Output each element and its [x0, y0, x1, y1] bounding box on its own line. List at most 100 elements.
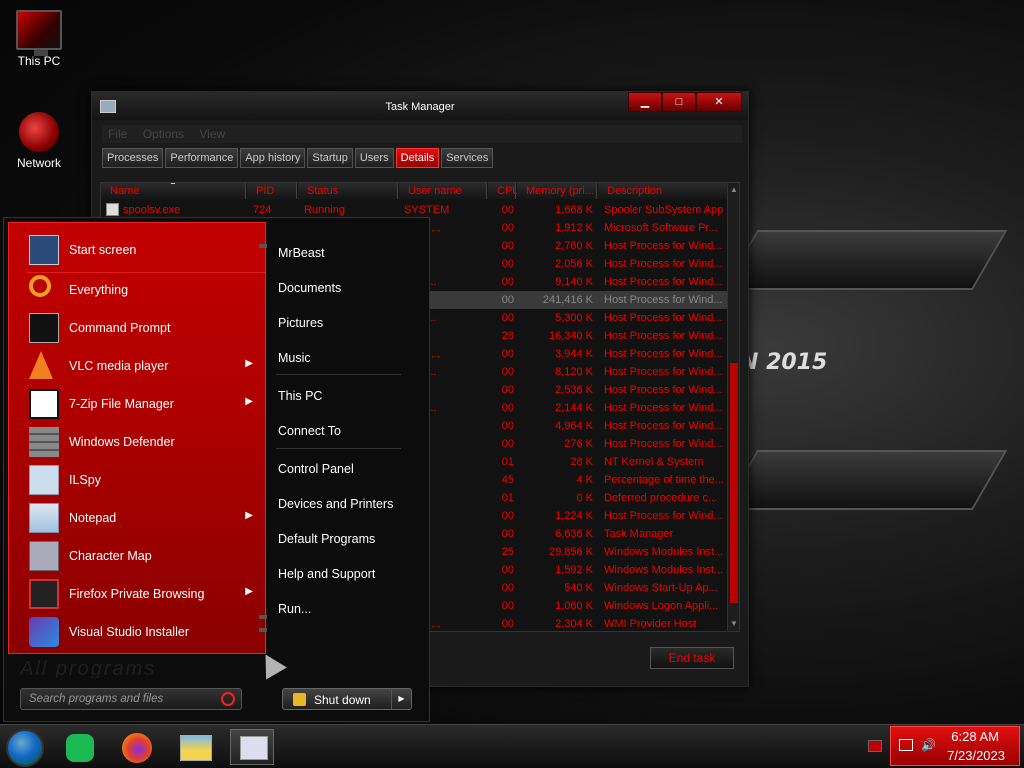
network-icon[interactable] [899, 739, 913, 751]
cell-desc: Windows Start-Up Ap... [604, 582, 718, 594]
taskbar-app-spotify[interactable] [54, 729, 98, 765]
start-menu-item[interactable]: Visual Studio Installer [27, 615, 263, 649]
menu-options[interactable]: Options [137, 125, 190, 143]
taskbar-app-task-manager[interactable] [230, 729, 274, 765]
start-menu-place[interactable]: Default Programs [278, 532, 375, 546]
column-header-memory[interactable]: Memory (pri... [517, 183, 597, 199]
start-menu-item-label: Visual Studio Installer [69, 625, 189, 639]
cell-mem: 1,668 K [555, 204, 593, 216]
start-menu-item[interactable]: 7-Zip File Manager ▶ [27, 387, 263, 421]
shutdown-options-arrow-icon[interactable]: ▶ [391, 689, 411, 709]
tab-performance[interactable]: Performance [165, 148, 239, 168]
vertical-scrollbar[interactable]: ▲ ▼ [727, 183, 739, 631]
cell-cpu: 45 [501, 474, 514, 486]
clock-time: 6:28 AM [951, 729, 999, 744]
cell-mem: 16,340 K [548, 330, 593, 342]
cell-cpu: 00 [501, 438, 514, 450]
tray-clock[interactable]: 🔊 6:28 AM 7/23/2023 [890, 726, 1020, 766]
all-programs-watermark[interactable]: All programs [20, 658, 400, 678]
close-button[interactable]: ✕ [696, 92, 742, 112]
splitter-mark [259, 628, 267, 632]
start-menu-item[interactable]: Windows Defender [27, 425, 263, 459]
start-menu-place[interactable]: Run... [278, 602, 311, 616]
clock-date: 7/23/2023 [947, 748, 1005, 763]
cell-mem: 1,060 K [555, 600, 593, 612]
menu-file[interactable]: File [102, 125, 133, 143]
desktop-icon-this-pc[interactable]: This PC [8, 10, 70, 68]
start-menu-place[interactable]: This PC [278, 389, 322, 403]
minimize-button[interactable]: ▁ [628, 92, 662, 112]
cell-mem: 3,944 K [555, 348, 593, 360]
start-menu-item[interactable]: ILSpy [27, 463, 263, 497]
menu-view[interactable]: View [193, 125, 231, 143]
file-explorer-icon [180, 735, 212, 761]
start-menu-place[interactable]: MrBeast [278, 246, 325, 260]
scroll-up-icon[interactable]: ▲ [728, 185, 739, 197]
end-task-button[interactable]: End task [650, 647, 734, 669]
cell-cpu: 00 [501, 402, 514, 414]
start-menu-item[interactable]: Everything [27, 273, 263, 307]
start-menu-place[interactable]: Connect To [278, 424, 341, 438]
start-menu-item-label: Start screen [69, 243, 137, 257]
taskbar-app-firefox[interactable] [114, 729, 158, 765]
scrollbar-thumb[interactable] [730, 363, 738, 603]
column-header-user[interactable]: User name [399, 183, 487, 199]
taskbar-app-file-explorer[interactable] [174, 729, 218, 765]
cell-desc: Host Process for Wind... [604, 294, 723, 306]
title-bar[interactable]: Task Manager ▁ □ ✕ [92, 92, 748, 120]
tab-processes[interactable]: Processes [102, 148, 164, 168]
cell-cpu: 00 [501, 600, 514, 612]
start-menu-place[interactable]: Devices and Printers [278, 497, 393, 511]
cell-cpu: 00 [501, 240, 514, 252]
start-menu-place[interactable]: Music [278, 351, 311, 365]
cell-mem: 241,416 K [542, 294, 593, 306]
start-menu-item[interactable]: Character Map [27, 539, 263, 573]
column-header-pid[interactable]: PID [247, 183, 297, 199]
tab-users[interactable]: Users [354, 148, 394, 168]
volume-icon[interactable]: 🔊 [921, 738, 936, 752]
column-header-status[interactable]: Status [298, 183, 398, 199]
maximize-button[interactable]: □ [662, 92, 696, 112]
tab-details[interactable]: Details [395, 148, 440, 168]
cell-desc: Host Process for Wind... [604, 438, 723, 450]
start-menu-item[interactable]: VLC media player ▶ [27, 349, 263, 383]
scroll-down-icon[interactable]: ▼ [728, 619, 739, 631]
tab-app-history[interactable]: App history [240, 148, 306, 168]
start-orb-button[interactable] [6, 729, 44, 767]
cell-mem: 0 K [576, 492, 593, 504]
column-header-description[interactable]: Description [598, 183, 730, 199]
visual-studio-installer-icon [29, 617, 59, 647]
cell-desc: Windows Modules Inst... [604, 546, 724, 558]
start-menu-place[interactable]: Documents [278, 281, 341, 295]
start-menu-item[interactable]: Notepad ▶ [27, 501, 263, 535]
search-input[interactable]: Search programs and files [20, 688, 242, 710]
action-center-flag-icon[interactable] [868, 740, 882, 752]
cell-mem: 4 K [576, 474, 593, 486]
column-header-name[interactable]: Name▲ [101, 183, 246, 199]
cell-cpu: 00 [501, 258, 514, 270]
start-menu-item[interactable]: Start screen [27, 233, 263, 267]
start-menu-place[interactable]: Pictures [278, 316, 323, 330]
start-menu-place[interactable]: Help and Support [278, 567, 375, 581]
tab-services[interactable]: Services [441, 148, 494, 168]
cell-cpu: 00 [501, 618, 514, 630]
start-menu-item-label: Notepad [69, 511, 117, 525]
search-icon[interactable] [221, 692, 235, 706]
cell-mem: 1,592 K [555, 564, 593, 576]
cell-cpu: 00 [501, 204, 514, 216]
command-prompt-icon [29, 313, 59, 343]
sort-ascending-icon: ▲ [169, 183, 177, 190]
shutdown-button[interactable]: Shut down ▶ [282, 688, 412, 710]
cell-mem: 4,964 K [555, 420, 593, 432]
submenu-arrow-icon: ▶ [245, 358, 253, 369]
desktop-icon-network[interactable]: Network [8, 112, 70, 170]
cell-mem: 29,856 K [548, 546, 593, 558]
cell-cpu: 00 [501, 564, 514, 576]
tab-startup[interactable]: Startup [307, 148, 353, 168]
column-header-cpu[interactable]: CPU [488, 183, 520, 199]
separator [27, 272, 265, 273]
submenu-arrow-icon: ▶ [245, 396, 253, 407]
start-menu-item[interactable]: Firefox Private Browsing ▶ [27, 577, 263, 611]
start-menu-item[interactable]: Command Prompt [27, 311, 263, 345]
start-menu-place[interactable]: Control Panel [278, 462, 354, 476]
